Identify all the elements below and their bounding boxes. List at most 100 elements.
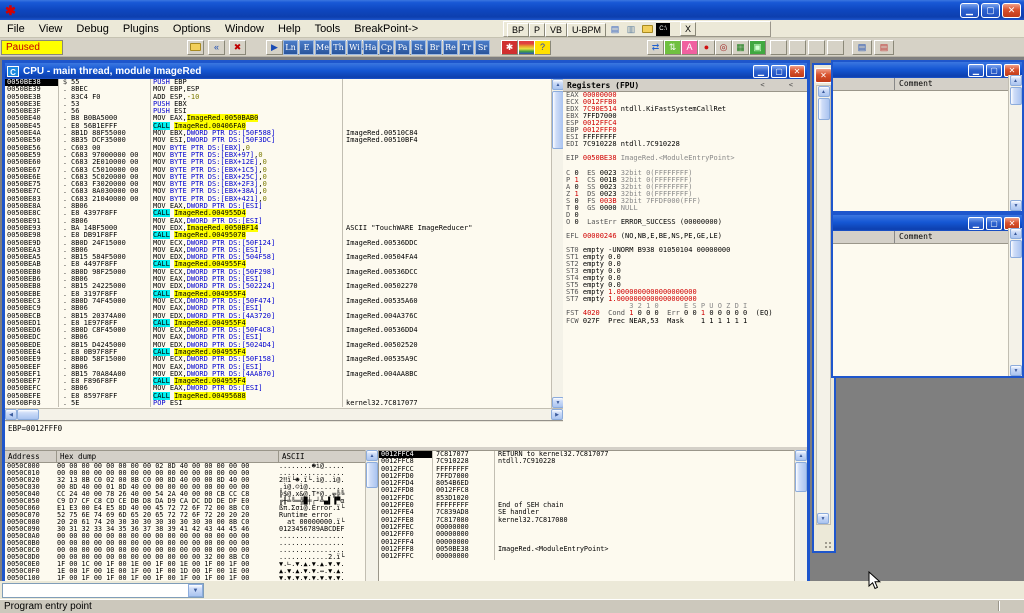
window-button-cp[interactable]: Cp: [379, 40, 394, 55]
comment-column-header[interactable]: Comment: [833, 231, 1022, 244]
menu-item-breakpoint[interactable]: BreakPoint->: [347, 21, 425, 37]
minimize-button[interactable]: ▁: [960, 3, 979, 18]
window-button-br[interactable]: Br: [427, 40, 442, 55]
scroll-thumb[interactable]: [795, 462, 807, 492]
comment-column-header[interactable]: Comment: [833, 78, 1022, 91]
disassembly-pane[interactable]: 0050BE38$55PUSH EBP0050BE39.8BECMOV EBP,…: [5, 79, 551, 408]
disasm-row[interactable]: 0050BF03.5EPOP ESIkernel32.7C817077: [5, 400, 551, 407]
comment-window-1-titlebar[interactable]: ▁ ▢ ✕: [833, 62, 1022, 78]
plugin-button-vb[interactable]: VB: [545, 23, 567, 37]
disasm-row[interactable]: 0050BE3E.53PUSH EBX: [5, 101, 551, 108]
registers-pane[interactable]: Registers (FPU) < < EAX 00000000ECX 0012…: [563, 79, 807, 447]
close-program-icon[interactable]: ✖: [229, 40, 246, 55]
comment-scrollbar[interactable]: ▲ ▼: [1008, 75, 1022, 211]
resize-grip[interactable]: [824, 541, 833, 550]
plugin-button-p[interactable]: P: [529, 23, 545, 37]
window-button-wi[interactable]: Wi: [347, 40, 362, 55]
maximize-button[interactable]: ▢: [986, 217, 1002, 230]
comment-scrollbar[interactable]: ▲ ▼: [1008, 228, 1022, 376]
disassembly-hscrollbar[interactable]: ◀ ▶: [5, 408, 563, 420]
maximize-button[interactable]: ▢: [986, 64, 1002, 77]
close-button[interactable]: ✕: [1002, 3, 1021, 18]
cpu-minimize-button[interactable]: ▁: [753, 65, 769, 78]
maximize-button[interactable]: ▢: [981, 3, 1000, 18]
narrow-window-scrollbar[interactable]: ▲ ▼: [816, 85, 831, 525]
minimize-button[interactable]: ▁: [968, 64, 984, 77]
dump-scrollbar[interactable]: ▲: [365, 450, 378, 581]
registers-header-angles[interactable]: < <: [760, 81, 803, 89]
window-button-tr[interactable]: Tr: [459, 40, 474, 55]
report-window-icon[interactable]: ▤: [874, 40, 894, 55]
blank-button-2[interactable]: [789, 40, 806, 55]
swap-icon[interactable]: ⇄: [647, 40, 664, 55]
plugin-close-button[interactable]: X: [680, 22, 696, 36]
chevron-down-icon[interactable]: ▼: [188, 584, 203, 597]
stack-pane[interactable]: 0012FFC47C817077RETURN to kernel32.7C817…: [378, 450, 807, 581]
disasm-row[interactable]: 0050BE3B.83C4 F0ADD ESP,-10: [5, 94, 551, 101]
help-icon[interactable]: ?: [534, 40, 551, 55]
dump-pane[interactable]: Address Hex dump ASCII 0050C00000 00 00 …: [5, 450, 378, 581]
breakpoint-red-icon[interactable]: ●: [698, 40, 715, 55]
blank-button-3[interactable]: [808, 40, 825, 55]
scroll-thumb[interactable]: [366, 462, 378, 488]
minimize-button[interactable]: ▁: [968, 217, 984, 230]
scroll-up-icon[interactable]: ▲: [366, 450, 378, 461]
blank-button-1[interactable]: [770, 40, 787, 55]
register-line[interactable]: O 0 LastErr ERROR_SUCCESS (00000000): [563, 219, 807, 226]
scroll-down-icon[interactable]: ▼: [1010, 365, 1022, 376]
updown-icon[interactable]: ⇅: [664, 40, 681, 55]
window-button-ha[interactable]: Ha: [363, 40, 378, 55]
folder-icon[interactable]: [640, 23, 654, 36]
menu-item-help[interactable]: Help: [271, 21, 308, 37]
window-button-st[interactable]: St: [411, 40, 426, 55]
scroll-thumb[interactable]: [1010, 87, 1022, 105]
scroll-thumb[interactable]: [818, 98, 830, 120]
register-line[interactable]: T 0 GS 0000 NULL: [563, 205, 807, 212]
cpu-close-button[interactable]: ✕: [789, 65, 805, 78]
scroll-up-icon[interactable]: ▲: [1010, 75, 1022, 86]
scroll-up-icon[interactable]: ▲: [818, 86, 830, 97]
register-line[interactable]: EFL 00000246 (NO,NB,E,BE,NS,PE,GE,LE): [563, 233, 807, 240]
hscroll-thumb[interactable]: [17, 409, 39, 420]
assembler-icon[interactable]: A: [681, 40, 698, 55]
window-button-th[interactable]: Th: [331, 40, 346, 55]
register-line[interactable]: EIP 0050BE38 ImageRed.<ModuleEntryPoint>: [563, 155, 807, 162]
window-button-sr[interactable]: Sr: [475, 40, 490, 55]
appearance-icon[interactable]: [518, 40, 535, 55]
menu-item-tools[interactable]: Tools: [308, 21, 348, 37]
command-combobox[interactable]: ▼: [2, 583, 204, 598]
comment-list[interactable]: [833, 244, 1022, 376]
disasm-row[interactable]: 0050BEFE.E8 8597F8FFCALL ImageRed.004956…: [5, 393, 551, 400]
blank-button-4[interactable]: [827, 40, 844, 55]
menu-item-view[interactable]: View: [32, 21, 70, 37]
register-line[interactable]: EDI 7C910228 ntdll.7C910228: [563, 141, 807, 148]
scroll-right-icon[interactable]: ▶: [551, 409, 563, 420]
comment-window-2-titlebar[interactable]: ▁ ▢ ✕: [833, 215, 1022, 231]
options-gear-icon[interactable]: ✱: [501, 40, 518, 55]
plugin-button-u-bpm[interactable]: U-BPM: [567, 23, 606, 37]
window-button-re[interactable]: Re: [443, 40, 458, 55]
comment-list[interactable]: [833, 91, 1022, 211]
disassembly-scrollbar[interactable]: ▲ ▼: [551, 79, 563, 408]
cpu-maximize-button[interactable]: ▢: [771, 65, 787, 78]
menu-item-window[interactable]: Window: [218, 21, 271, 37]
scroll-thumb[interactable]: [1010, 240, 1022, 258]
scroll-up-icon[interactable]: ▲: [795, 450, 807, 461]
window-button-ln[interactable]: Ln: [283, 40, 298, 55]
scroll-down-icon[interactable]: ▼: [817, 513, 829, 524]
console-icon[interactable]: C:\: [656, 23, 670, 36]
watches-icon[interactable]: ▣: [749, 40, 766, 55]
restart-icon[interactable]: «: [208, 40, 225, 55]
spiral-icon[interactable]: ◎: [715, 40, 732, 55]
log-window-icon[interactable]: ▤: [852, 40, 872, 55]
narrow-window-close-icon[interactable]: ✕: [815, 68, 832, 83]
scroll-down-icon[interactable]: ▼: [1010, 200, 1022, 211]
command-input[interactable]: [3, 584, 188, 597]
open-file-icon[interactable]: [187, 40, 204, 55]
menu-item-options[interactable]: Options: [166, 21, 218, 37]
patches-icon[interactable]: ▦: [732, 40, 749, 55]
run-icon[interactable]: ▶: [266, 40, 283, 55]
stack-row[interactable]: 0012FFFC00000000: [379, 553, 807, 560]
cpu-window-titlebar[interactable]: C CPU - main thread, module ImageRed ▁ ▢…: [5, 63, 807, 79]
plugin-button-bp[interactable]: BP: [507, 23, 529, 37]
